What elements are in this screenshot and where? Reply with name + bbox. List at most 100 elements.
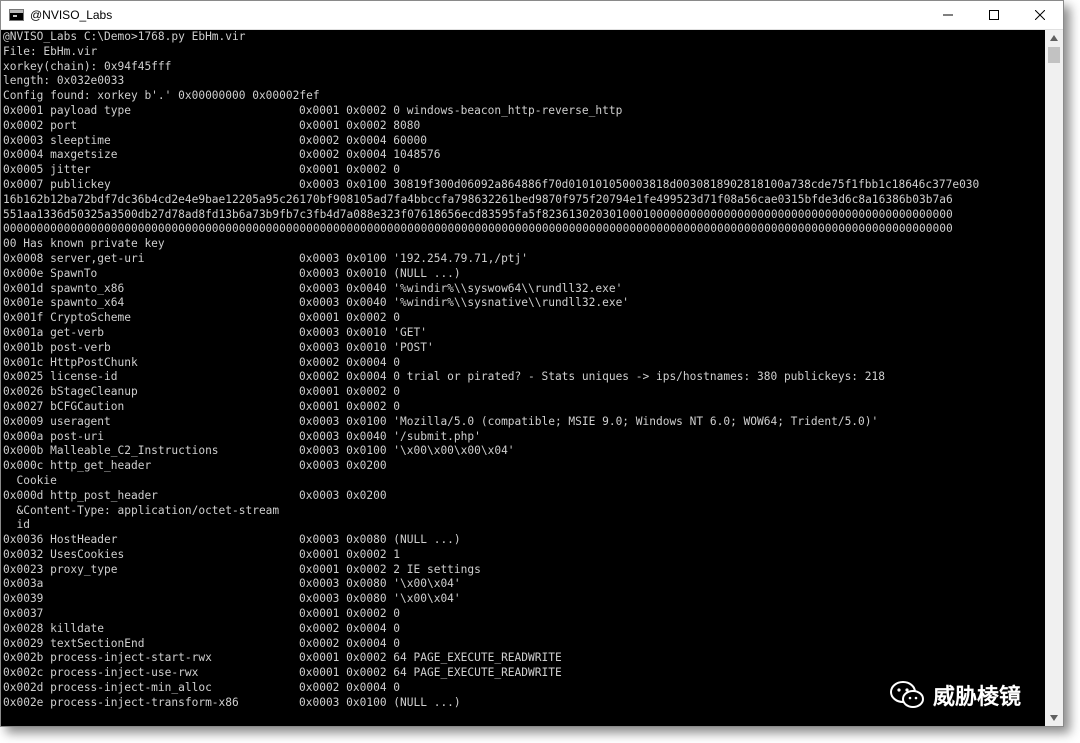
entry-value: 0x0003 0x0080 (NULL ...)	[299, 533, 461, 547]
entry-key: 0x002d process-inject-min_alloc	[3, 681, 212, 695]
config-entry: 0x001e spawnto_x64 0x0003 0x0040 '%windir…	[3, 296, 1044, 311]
output-line: xorkey(chain): 0x94f45fff	[3, 59, 172, 73]
entry-value: 0x0001 0x0002 0 windows-beacon_http-reve…	[299, 103, 623, 117]
entry-key: 0x0007 publickey	[3, 177, 111, 191]
output-line: File: EbHm.vir	[3, 44, 98, 58]
config-entry: 0x000e SpawnTo 0x0003 0x0010 (NULL ...)	[3, 267, 1044, 282]
close-icon	[1035, 10, 1045, 20]
config-entry: 0x001d spawnto_x86 0x0003 0x0040 '%windir…	[3, 282, 1044, 297]
config-entries-a: 0x0001 payload type 0x0001 0x0002 0 windo…	[3, 104, 1044, 193]
entry-key: 0x001e spawnto_x64	[3, 296, 125, 310]
config-entry: 0x000d http_post_header 0x0003 0x0200	[3, 489, 1044, 504]
entry-key: 0x001b post-verb	[3, 340, 111, 354]
entry-key: 0x0005 jitter	[3, 163, 91, 177]
config-entry: 0x002b process-inject-start-rwx 0x0001 0x…	[3, 651, 1044, 666]
entry-value: 0x0002 0x0004 0 trial or pirated? - Stat…	[299, 370, 885, 384]
config-entry: 0x0029 textSectionEnd 0x0002 0x0004 0	[3, 637, 1044, 652]
entry-value: 0x0001 0x0002 0	[299, 607, 401, 621]
entry-value: 0x0003 0x0080 '\x00\x04'	[299, 592, 461, 606]
config-entry: 0x0002 port 0x0001 0x0002 8080	[3, 119, 1044, 134]
entry-key: 0x0039	[3, 592, 44, 606]
entry-key: 0x001f CryptoScheme	[3, 311, 131, 325]
config-entry: 0x0039 0x0003 0x0080 '\x00\x04'	[3, 592, 1044, 607]
entry-value: 0x0003 0x0080 '\x00\x04'	[299, 577, 461, 591]
config-entry: 0x000b Malleable_C2_Instructions 0x0003 0…	[3, 444, 1044, 459]
maximize-icon	[989, 10, 999, 20]
output-line: 16b162b12ba72bdf7dc36b4cd2e4e9bae12205a9…	[3, 192, 953, 206]
entry-key: 0x001d spawnto_x86	[3, 281, 125, 295]
get-header-sub: Cookie	[3, 473, 57, 487]
entry-key: 0x0027 bCFGCaution	[3, 399, 125, 413]
title-bar[interactable]: @NVISO_Labs	[1, 1, 1063, 30]
config-entry: 0x0009 useragent 0x0003 0x0100 'Mozilla/5…	[3, 415, 1044, 430]
entry-key: 0x002c process-inject-use-rwx	[3, 666, 199, 680]
entry-value: 0x0003 0x0040 '%windir%\\sysnative\\rund…	[299, 296, 630, 310]
config-entry: 0x0026 bStageCleanup 0x0001 0x0002 0	[3, 385, 1044, 400]
config-entry: 0x0037 0x0001 0x0002 0	[3, 607, 1044, 622]
entry-key: 0x003a	[3, 577, 44, 591]
config-entry: 0x001a get-verb 0x0003 0x0010 'GET'	[3, 326, 1044, 341]
config-entry: 0x0032 UsesCookies 0x0001 0x0002 1	[3, 548, 1044, 563]
config-entry: 0x0027 bCFGCaution 0x0001 0x0002 0	[3, 400, 1044, 415]
terminal-output[interactable]: @NVISO_Labs C:\Demo>1768.py EbHm.vir Fil…	[1, 30, 1044, 726]
entry-value: 0x0002 0x0004 0	[299, 621, 401, 635]
entry-value: 0x0003 0x0200	[299, 488, 387, 502]
entry-value: 0x0001 0x0002 1	[299, 547, 401, 561]
entry-value: 0x0003 0x0100 30819f300d06092a864886f70d…	[299, 177, 980, 191]
config-entries-c: 0x0036 HostHeader 0x0003 0x0080 (NULL ...…	[3, 533, 1044, 711]
entry-value: 0x0002 0x0004 1048576	[299, 148, 441, 162]
entry-key: 0x0028 killdate	[3, 621, 105, 635]
entry-value: 0x0001 0x0002 2 IE settings	[299, 562, 481, 576]
entry-key: 0x0008 server,get-uri	[3, 251, 145, 265]
entry-value: 0x0001 0x0002 0	[299, 399, 401, 413]
chevron-down-icon	[1050, 715, 1058, 721]
config-entry: 0x0028 killdate 0x0002 0x0004 0	[3, 622, 1044, 637]
entry-value: 0x0001 0x0002 0	[299, 311, 401, 325]
entry-key: 0x001a get-verb	[3, 325, 105, 339]
entry-value: 0x0001 0x0002 8080	[299, 118, 421, 132]
watermark-text: 威胁棱镜	[933, 685, 1022, 710]
entry-key: 0x0036 HostHeader	[3, 533, 118, 547]
config-entry: 0x0007 publickey 0x0003 0x0100 30819f300d…	[3, 178, 1044, 193]
config-entry: 0x001f CryptoScheme 0x0001 0x0002 0	[3, 311, 1044, 326]
scroll-down-button[interactable]	[1045, 710, 1063, 726]
output-line: 00 Has known private key	[3, 237, 165, 251]
scrollbar-thumb[interactable]	[1048, 47, 1060, 63]
config-entry: 0x000c http_get_header 0x0003 0x0200	[3, 459, 1044, 474]
window-title: @NVISO_Labs	[30, 8, 113, 22]
entry-key: 0x0032 UsesCookies	[3, 547, 125, 561]
output-line: 0000000000000000000000000000000000000000…	[3, 222, 953, 236]
config-entry: 0x002c process-inject-use-rwx 0x0001 0x00…	[3, 666, 1044, 681]
config-entry: 0x0025 license-id 0x0002 0x0004 0 trial o…	[3, 370, 1044, 385]
config-entries-b: 0x0008 server,get-uri 0x0003 0x0100 '192.…	[3, 252, 1044, 474]
entry-key: 0x000c http_get_header	[3, 459, 152, 473]
entry-value: 0x0003 0x0010 'POST'	[299, 340, 434, 354]
entry-value: 0x0001 0x0002 64 PAGE_EXECUTE_READWRITE	[299, 651, 562, 665]
config-entry: 0x0008 server,get-uri 0x0003 0x0100 '192.…	[3, 252, 1044, 267]
entry-value: 0x0001 0x0002 64 PAGE_EXECUTE_READWRITE	[299, 666, 562, 680]
config-entry: 0x0023 proxy_type 0x0001 0x0002 2 IE sett…	[3, 563, 1044, 578]
config-entry: 0x001c HttpPostChunk 0x0002 0x0004 0	[3, 356, 1044, 371]
entry-value: 0x0001 0x0002 0	[299, 163, 401, 177]
minimize-icon	[943, 14, 953, 16]
entry-key: 0x0023 proxy_type	[3, 562, 118, 576]
entry-key: 0x000e SpawnTo	[3, 266, 98, 280]
config-entry: 0x000a post-uri 0x0003 0x0040 '/submit.ph…	[3, 430, 1044, 445]
console-app-icon	[9, 9, 24, 21]
publickey-wrap: 16b162b12ba72bdf7dc36b4cd2e4e9bae12205a9…	[3, 193, 1044, 252]
entry-key: 0x002e process-inject-transform-x86	[3, 695, 239, 709]
entry-value: 0x0003 0x0040 '/submit.php'	[299, 429, 481, 443]
entry-key: 0x000a post-uri	[3, 429, 105, 443]
maximize-button[interactable]	[971, 1, 1017, 29]
output-line: 551aa1336d50325a3500db27d78ad8fd13b6a73b…	[3, 207, 953, 221]
config-entry: 0x0003 sleeptime 0x0002 0x0004 60000	[3, 134, 1044, 149]
vertical-scrollbar[interactable]	[1045, 30, 1063, 726]
scroll-up-button[interactable]	[1045, 30, 1063, 46]
minimize-button[interactable]	[925, 1, 971, 29]
entry-key: 0x0037	[3, 607, 44, 621]
command-line: @NVISO_Labs C:\Demo>1768.py EbHm.vir	[3, 30, 246, 43]
entry-value: 0x0002 0x0004 0	[299, 681, 401, 695]
entry-value: 0x0002 0x0004 0	[299, 636, 401, 650]
entry-key: 0x0001 payload type	[3, 103, 131, 117]
close-button[interactable]	[1017, 1, 1063, 29]
